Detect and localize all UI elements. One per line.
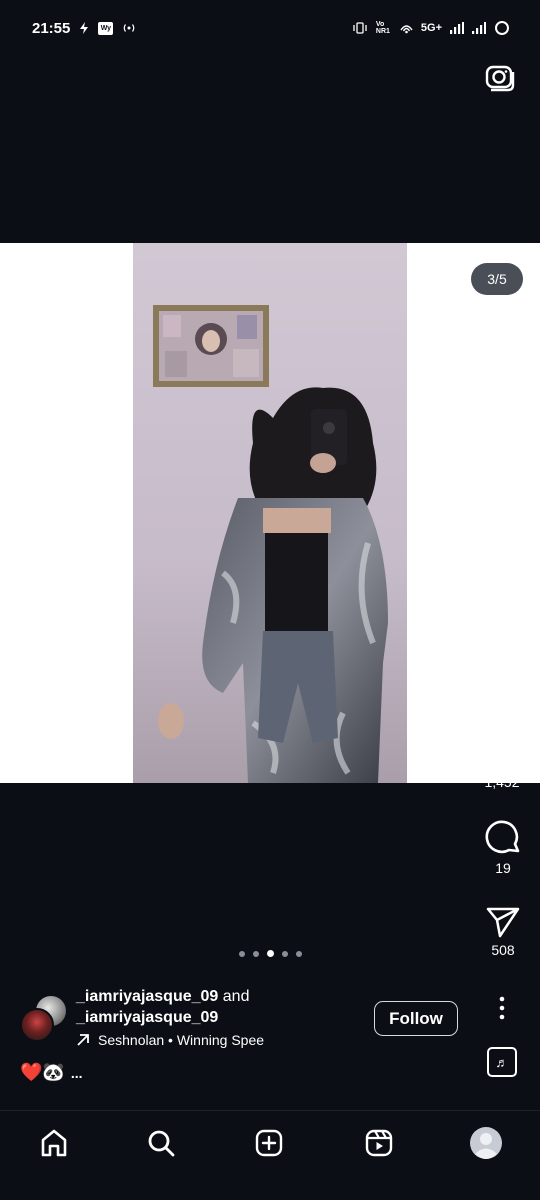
search-icon (148, 1130, 175, 1157)
post-photo (133, 243, 407, 783)
carousel-dot-active (267, 950, 274, 957)
music-info[interactable]: Seshnolan • Winning Spee (76, 1032, 296, 1048)
comment-count: 19 (495, 860, 511, 876)
music-text: Seshnolan • Winning Spee (98, 1032, 265, 1048)
comment-action[interactable]: 19 (473, 820, 533, 876)
share-action[interactable]: 508 (473, 906, 533, 958)
vibrate-icon (352, 22, 368, 34)
wifi-calling-icon (400, 22, 413, 34)
flash-icon (78, 22, 90, 34)
signal-strength-icon-1 (450, 22, 464, 34)
follow-button[interactable]: Follow (374, 1001, 458, 1036)
status-bar: 21:55 Wy Vo NR1 5G+ (0, 0, 540, 56)
status-time: 21:55 (32, 19, 71, 37)
volte-label: Vo NR1 (375, 21, 390, 35)
hotspot-icon (121, 22, 137, 34)
signal-strength-icon-2 (472, 22, 486, 34)
reels-post-screen: 21:55 Wy Vo NR1 5G+ 3/5 1,452 19 508 _ia… (0, 0, 540, 1200)
battery-icon (494, 20, 510, 36)
caption-emojis: ❤️🐼 (20, 1062, 65, 1082)
collab-avatars[interactable] (20, 994, 68, 1042)
nav-reels[interactable] (361, 1125, 397, 1161)
nav-home[interactable] (36, 1125, 72, 1161)
comment-icon[interactable] (485, 820, 521, 856)
nav-create[interactable] (251, 1125, 287, 1161)
profile-icon (470, 1127, 502, 1159)
carousel-dots (239, 950, 302, 957)
author-lines: _iamriyajasque_09 and _iamriyajasque_09 (76, 986, 366, 1028)
caption[interactable]: ❤️🐼 ... (20, 1062, 83, 1083)
bottom-nav (0, 1111, 540, 1200)
camera-icon (485, 65, 515, 92)
carousel-dot (296, 950, 302, 957)
app-notification-icon: Wy (98, 21, 114, 35)
author-connector: and (222, 988, 250, 1005)
home-icon (41, 1129, 67, 1157)
carousel-dot (253, 950, 259, 957)
nav-search[interactable] (143, 1125, 179, 1161)
arrow-up-right-icon (77, 1034, 89, 1046)
reels-icon (365, 1129, 393, 1157)
network-type: 5G+ (420, 22, 442, 34)
author-username[interactable]: _iamriyajasque_09 (76, 988, 218, 1005)
share-count: 508 (491, 942, 515, 958)
more-vertical-icon (499, 996, 505, 1020)
create-icon (255, 1129, 283, 1157)
carousel-page-indicator: 3/5 (471, 263, 523, 295)
like-count: 1,452 (484, 774, 520, 790)
collab-username[interactable]: _iamriyajasque_09 (76, 1009, 218, 1026)
carousel-dot (239, 950, 245, 957)
carousel-dot (282, 950, 288, 957)
status-left: 21:55 Wy (32, 20, 137, 37)
status-right: Vo NR1 5G+ (352, 20, 510, 36)
audio-button[interactable]: ♬ (487, 1047, 517, 1077)
nav-profile[interactable] (468, 1125, 504, 1161)
caption-more[interactable]: ... (71, 1065, 83, 1081)
send-icon[interactable] (486, 906, 520, 938)
avatar[interactable] (20, 1008, 54, 1042)
camera-button[interactable] (484, 62, 516, 94)
post-media[interactable] (0, 243, 540, 783)
more-options-button[interactable] (492, 994, 512, 1022)
heart-icon[interactable] (483, 736, 521, 770)
music-note-icon: ♬ (495, 1054, 509, 1070)
like-action[interactable]: 1,452 (472, 736, 532, 790)
